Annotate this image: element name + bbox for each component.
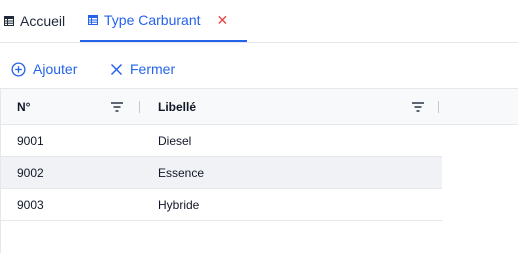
table-row[interactable]: 9003 Hybride [1, 189, 442, 221]
add-button[interactable]: Ajouter [11, 56, 77, 82]
column-header-num[interactable]: N° [17, 89, 30, 125]
cell-libelle: Essence [158, 166, 205, 180]
filter-icon[interactable] [109, 99, 125, 115]
close-tab-icon[interactable]: ✕ [217, 13, 229, 27]
tab-type-carburant[interactable]: Type Carburant ✕ [80, 0, 247, 42]
table-row[interactable]: 9002 Essence [1, 157, 442, 189]
filter-icon[interactable] [410, 99, 426, 115]
table-icon [88, 15, 98, 25]
close-button[interactable]: Fermer [110, 56, 175, 82]
cell-libelle: Diesel [158, 134, 192, 148]
plus-circle-icon [11, 61, 26, 77]
cell-libelle: Hybride [158, 198, 200, 212]
cell-num: 9002 [17, 166, 44, 180]
close-button-label: Fermer [130, 61, 176, 77]
column-header-libelle[interactable]: Libellé [158, 89, 196, 125]
column-separator[interactable] [438, 101, 439, 113]
toolbar: Ajouter Fermer [0, 56, 518, 82]
grid-header: N° Libellé [1, 89, 518, 125]
data-grid: N° Libellé 9001 Diesel 9002 Essence 9003… [0, 88, 518, 253]
tab-accueil[interactable]: Accueil [4, 0, 65, 42]
column-separator[interactable] [139, 101, 140, 113]
table-row[interactable]: 9001 Diesel [1, 125, 442, 157]
cell-num: 9003 [17, 198, 44, 212]
tab-type-carburant-label: Type Carburant [104, 12, 201, 28]
tab-accueil-label: Accueil [20, 13, 66, 29]
add-button-label: Ajouter [33, 61, 78, 77]
tab-bar: Accueil Type Carburant ✕ [0, 0, 518, 43]
cell-num: 9001 [17, 134, 44, 148]
close-icon [110, 63, 123, 76]
table-icon [4, 16, 14, 26]
